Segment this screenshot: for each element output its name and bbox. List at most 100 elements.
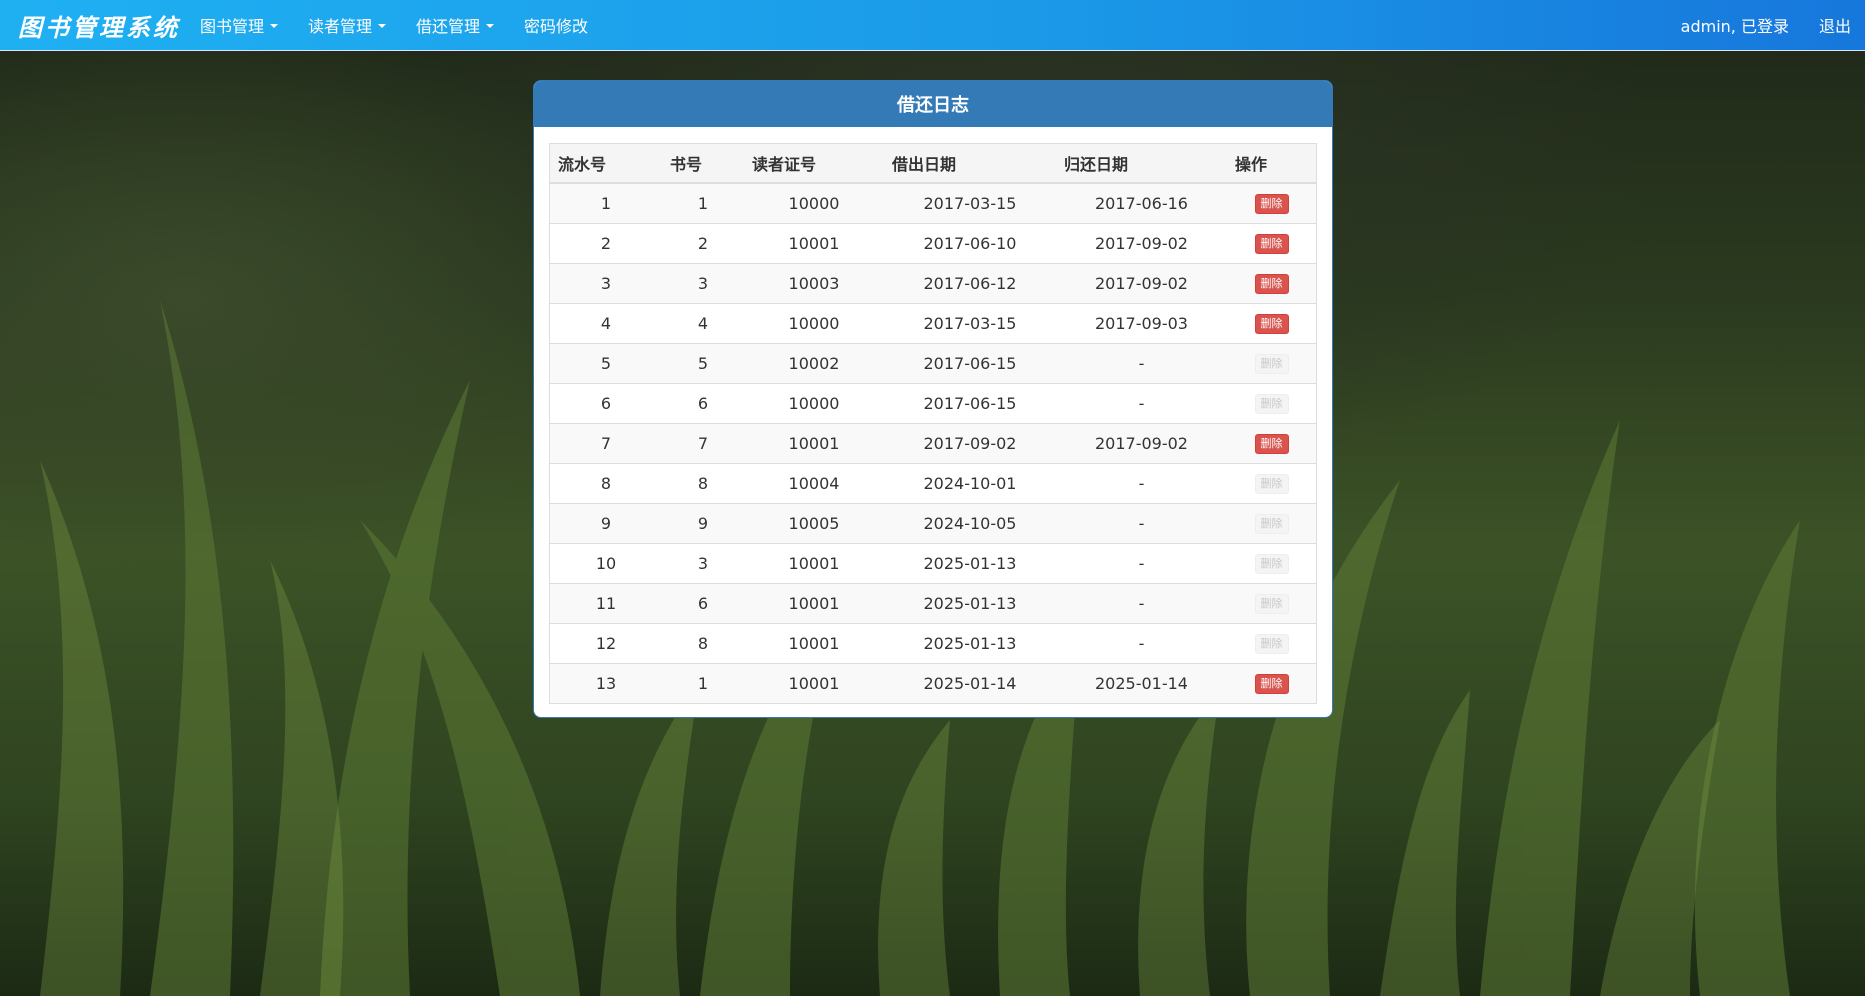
cell-book-id: 7 bbox=[662, 422, 744, 463]
delete-button[interactable]: 删除 bbox=[1254, 314, 1289, 334]
cell-serial: 2 bbox=[550, 222, 662, 263]
cell-reader-id: 10001 bbox=[744, 222, 884, 263]
cell-back-date: 2017-09-03 bbox=[1056, 302, 1227, 343]
cell-actions: 删除 bbox=[1227, 182, 1316, 223]
cell-reader-id: 10000 bbox=[744, 182, 884, 223]
caret-down-icon bbox=[270, 24, 279, 28]
app-brand[interactable]: 图书管理系统 bbox=[18, 8, 180, 43]
nav-book-management[interactable]: 图书管理 bbox=[200, 13, 279, 37]
cell-book-id: 1 bbox=[662, 662, 744, 703]
table-row: 1 1 10000 2017-03-15 2017-06-16 删除 bbox=[550, 182, 1316, 223]
table-header-row: 流水号 书号 读者证号 借出日期 归还日期 操作 bbox=[550, 144, 1316, 184]
nav-right: admin, 已登录 退出 bbox=[1681, 0, 1851, 50]
cell-serial: 13 bbox=[550, 662, 662, 703]
cell-book-id: 8 bbox=[662, 462, 744, 503]
header-serial: 流水号 bbox=[550, 144, 662, 184]
nav-reader-management[interactable]: 读者管理 bbox=[308, 13, 387, 37]
cell-serial: 3 bbox=[550, 262, 662, 303]
delete-button[interactable]: 删除 bbox=[1254, 274, 1289, 294]
cell-back-date: - bbox=[1056, 462, 1227, 503]
delete-button[interactable]: 删除 bbox=[1254, 434, 1289, 454]
cell-serial: 5 bbox=[550, 342, 662, 383]
cell-serial: 10 bbox=[550, 542, 662, 583]
cell-reader-id: 10001 bbox=[744, 542, 884, 583]
cell-book-id: 5 bbox=[662, 342, 744, 383]
cell-back-date: - bbox=[1056, 582, 1227, 623]
logged-in-user[interactable]: admin, 已登录 bbox=[1681, 13, 1789, 37]
delete-button[interactable]: 删除 bbox=[1254, 234, 1289, 254]
table-row: 2 2 10001 2017-06-10 2017-09-02 删除 bbox=[550, 222, 1316, 263]
table-row: 3 3 10003 2017-06-12 2017-09-02 删除 bbox=[550, 262, 1316, 303]
cell-serial: 11 bbox=[550, 582, 662, 623]
table-container: 流水号 书号 读者证号 借出日期 归还日期 操作 1 1 10000 2017-03-… bbox=[549, 143, 1317, 704]
cell-back-date: 2025-01-14 bbox=[1056, 662, 1227, 703]
cell-lend-date: 2025-01-13 bbox=[884, 622, 1056, 663]
cell-actions: 删除 bbox=[1227, 262, 1316, 303]
header-reader-id: 读者证号 bbox=[744, 144, 884, 184]
delete-button[interactable]: 删除 bbox=[1254, 354, 1289, 374]
cell-actions: 删除 bbox=[1227, 662, 1316, 703]
cell-actions: 删除 bbox=[1227, 222, 1316, 263]
cell-back-date: 2017-09-02 bbox=[1056, 262, 1227, 303]
cell-lend-date: 2025-01-13 bbox=[884, 582, 1056, 623]
cell-reader-id: 10002 bbox=[744, 342, 884, 383]
cell-lend-date: 2017-06-10 bbox=[884, 222, 1056, 263]
delete-button[interactable]: 删除 bbox=[1254, 554, 1289, 574]
cell-lend-date: 2024-10-05 bbox=[884, 502, 1056, 543]
nav-book-management-label: 图书管理 bbox=[200, 17, 265, 36]
cell-lend-date: 2017-03-15 bbox=[884, 182, 1056, 223]
cell-reader-id: 10000 bbox=[744, 302, 884, 343]
cell-book-id: 4 bbox=[662, 302, 744, 343]
table-row: 8 8 10004 2024-10-01- 删除 bbox=[550, 462, 1316, 503]
cell-back-date: - bbox=[1056, 622, 1227, 663]
cell-back-date: - bbox=[1056, 382, 1227, 423]
cell-reader-id: 10004 bbox=[744, 462, 884, 503]
table-row: 11 6 10001 2025-01-13- 删除 bbox=[550, 582, 1316, 623]
cell-book-id: 6 bbox=[662, 382, 744, 423]
cell-lend-date: 2017-03-15 bbox=[884, 302, 1056, 343]
nav-menu: 图书管理 读者管理 借还管理 密码修改 bbox=[200, 0, 618, 50]
cell-serial: 12 bbox=[550, 622, 662, 663]
delete-button[interactable]: 删除 bbox=[1254, 514, 1289, 534]
delete-button[interactable]: 删除 bbox=[1254, 394, 1289, 414]
cell-reader-id: 10003 bbox=[744, 262, 884, 303]
delete-button[interactable]: 删除 bbox=[1254, 594, 1289, 614]
delete-button[interactable]: 删除 bbox=[1254, 634, 1289, 654]
cell-book-id: 9 bbox=[662, 502, 744, 543]
header-lend-date: 借出日期 bbox=[884, 144, 1056, 184]
cell-back-date: - bbox=[1056, 502, 1227, 543]
nav-password-change-label: 密码修改 bbox=[524, 17, 589, 36]
cell-reader-id: 10001 bbox=[744, 662, 884, 703]
cell-lend-date: 2017-06-15 bbox=[884, 342, 1056, 383]
cell-book-id: 3 bbox=[662, 542, 744, 583]
caret-down-icon bbox=[486, 24, 495, 28]
cell-reader-id: 10001 bbox=[744, 582, 884, 623]
cell-lend-date: 2017-06-12 bbox=[884, 262, 1056, 303]
delete-button[interactable]: 删除 bbox=[1254, 194, 1289, 215]
cell-back-date: 2017-09-02 bbox=[1056, 222, 1227, 263]
delete-button[interactable]: 删除 bbox=[1254, 474, 1289, 494]
delete-button[interactable]: 删除 bbox=[1254, 674, 1289, 695]
cell-book-id: 3 bbox=[662, 262, 744, 303]
table-row: 4 4 10000 2017-03-15 2017-09-03 删除 bbox=[550, 302, 1316, 343]
nav-lend-management[interactable]: 借还管理 bbox=[416, 13, 495, 37]
logout-link[interactable]: 退出 bbox=[1819, 13, 1851, 37]
cell-book-id: 2 bbox=[662, 222, 744, 263]
cell-actions: 删除 bbox=[1227, 342, 1316, 383]
table-row: 13 1 10001 2025-01-14 2025-01-14 删除 bbox=[550, 662, 1316, 703]
cell-serial: 6 bbox=[550, 382, 662, 423]
cell-book-id: 6 bbox=[662, 582, 744, 623]
cell-lend-date: 2025-01-13 bbox=[884, 542, 1056, 583]
nav-password-change[interactable]: 密码修改 bbox=[524, 13, 588, 37]
cell-reader-id: 10001 bbox=[744, 422, 884, 463]
nav-lend-management-label: 借还管理 bbox=[416, 17, 481, 36]
cell-actions: 删除 bbox=[1227, 462, 1316, 503]
caret-down-icon bbox=[378, 24, 387, 28]
table-body: 1 1 10000 2017-03-15 2017-06-16 删除 2 2 10001 2017… bbox=[550, 182, 1316, 703]
cell-actions: 删除 bbox=[1227, 502, 1316, 543]
table-row: 5 5 10002 2017-06-15- 删除 bbox=[550, 342, 1316, 383]
header-book-id: 书号 bbox=[662, 144, 744, 184]
cell-reader-id: 10000 bbox=[744, 382, 884, 423]
cell-serial: 4 bbox=[550, 302, 662, 343]
cell-lend-date: 2024-10-01 bbox=[884, 462, 1056, 503]
